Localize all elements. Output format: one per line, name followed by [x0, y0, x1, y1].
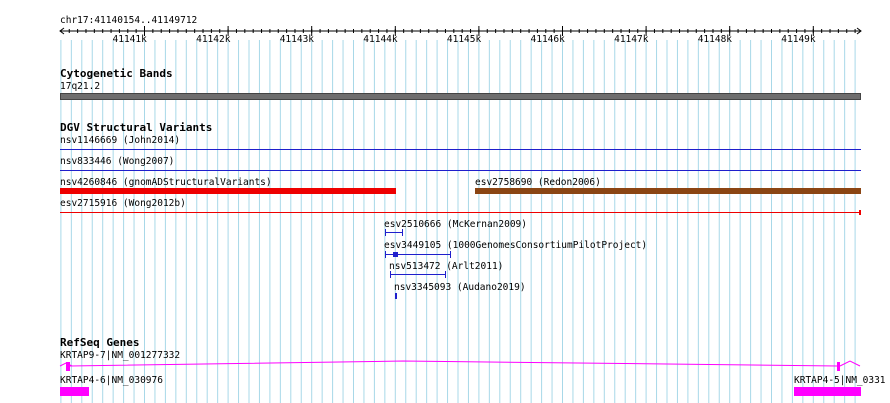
variant-tick-esv3449105-end [450, 251, 451, 258]
variant-line-nsv833446[interactable] [60, 170, 861, 171]
genome-browser-panel: chr17:41140154..41149712 41141k 41142k 411… [0, 0, 890, 403]
variant-tick-nsv513472-end [445, 271, 446, 278]
ruler-tick-label: 41142k [196, 34, 231, 45]
variant-label-esv3449105[interactable]: esv3449105 (1000GenomesConsortiumPilotPr… [384, 240, 647, 251]
variant-endcap-esv2715916 [859, 210, 861, 215]
gene-label-krtap4-6[interactable]: KRTAP4-6|NM_030976 [60, 375, 163, 386]
gene-model-krtap9-7[interactable] [58, 359, 864, 373]
ruler-tick-label: 41148k [697, 34, 733, 45]
position-label: chr17:41140154..41149712 [60, 15, 198, 26]
cytoband-label: 17q21.2 [60, 81, 101, 92]
cytoband-bar[interactable] [60, 93, 861, 100]
dgv-track-title[interactable]: DGV Structural Variants [60, 122, 212, 134]
ruler-tick-label: 41149k [781, 34, 816, 45]
variant-label-esv2715916[interactable]: esv2715916 (Wong2012b) [60, 198, 186, 209]
variant-block-esv3449105 [393, 252, 398, 257]
variant-line-esv2715916[interactable] [60, 212, 860, 213]
ruler-tick-label: 41146k [530, 34, 565, 45]
gene-bar-krtap4-5[interactable] [794, 387, 861, 396]
variant-line-nsv513472[interactable] [390, 274, 446, 275]
variant-label-nsv4260846[interactable]: nsv4260846 (gnomADStructuralVariants) [60, 177, 272, 188]
variant-label-nsv513472[interactable]: nsv513472 (Arlt2011) [389, 261, 503, 272]
variant-tick-esv3449105-start [385, 251, 386, 258]
variant-tick-esv2510666-end [402, 229, 403, 236]
variant-line-nsv1146669[interactable] [60, 149, 861, 150]
variant-tick-esv2510666-start [385, 229, 386, 236]
variant-bar-nsv3345093[interactable] [395, 293, 397, 299]
ruler-tick-label: 41144k [363, 34, 398, 45]
ruler-tick-label: 41145k [446, 34, 482, 45]
variant-label-nsv1146669[interactable]: nsv1146669 (John2014) [60, 135, 180, 146]
variant-label-nsv3345093[interactable]: nsv3345093 (Audano2019) [394, 282, 526, 293]
ruler-tick-label: 41141k [112, 34, 147, 45]
variant-label-nsv833446[interactable]: nsv833446 (Wong2007) [60, 156, 174, 167]
variant-label-esv2758690[interactable]: esv2758690 (Redon2006) [475, 177, 601, 188]
variant-tick-nsv513472-start [390, 271, 391, 278]
variant-line-esv2510666[interactable] [385, 232, 403, 233]
ruler-tick-label: 41143k [279, 34, 315, 45]
ruler-tick-label: 41147k [614, 34, 649, 45]
variant-label-esv2510666[interactable]: esv2510666 (McKernan2009) [384, 219, 527, 230]
variant-bar-esv2758690[interactable] [475, 188, 861, 194]
refseq-track-title[interactable]: RefSeq Genes [60, 337, 139, 349]
cytoband-track-title[interactable]: Cytogenetic Bands [60, 68, 173, 80]
gene-bar-krtap4-6[interactable] [60, 387, 89, 396]
gene-label-krtap4-5[interactable]: KRTAP4-5|NM_0331 [794, 375, 886, 386]
variant-bar-nsv4260846[interactable] [60, 188, 396, 194]
